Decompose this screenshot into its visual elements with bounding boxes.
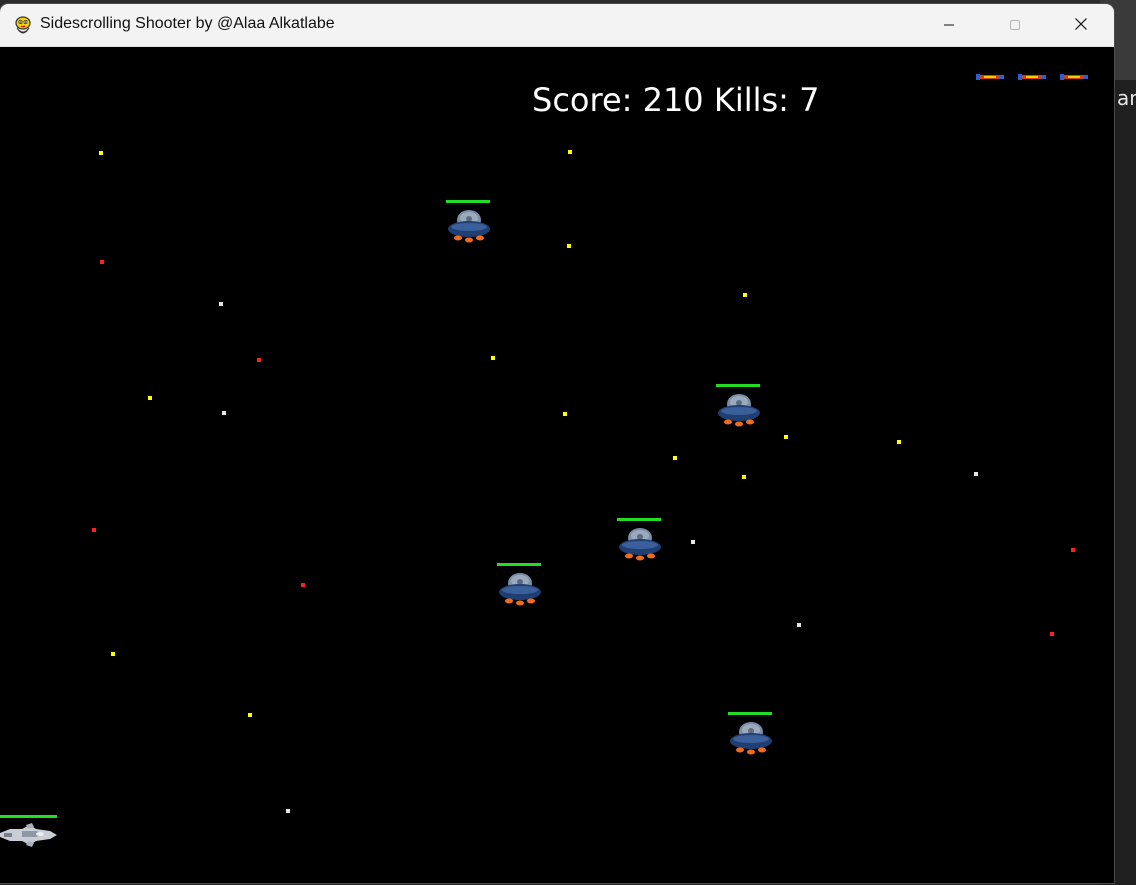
- enemy-health-bar: [728, 712, 772, 715]
- window-title: Sidescrolling Shooter by @Alaa Alkatlabe: [40, 15, 335, 32]
- pygame-snake-icon: [12, 14, 34, 36]
- player-ship: [0, 815, 60, 853]
- star: [1071, 548, 1075, 552]
- star: [301, 583, 305, 587]
- star: [742, 475, 746, 479]
- score-kills-display: Score: 210 Kills: 7: [532, 81, 820, 119]
- star: [743, 293, 747, 297]
- star: [148, 396, 152, 400]
- enemy-ufo: [716, 384, 762, 430]
- enemy-health-bar: [497, 563, 541, 566]
- ufo-icon: [718, 394, 760, 427]
- enemy-ufo: [617, 518, 663, 564]
- star: [248, 713, 252, 717]
- maximize-button[interactable]: [982, 4, 1048, 46]
- star: [219, 302, 223, 306]
- star: [568, 150, 572, 154]
- enemy-ufo: [497, 563, 543, 609]
- enemy-health-bar: [716, 384, 760, 387]
- star: [563, 412, 567, 416]
- player-health-bar: [0, 815, 57, 818]
- life-icon: [1060, 74, 1088, 80]
- title-bar[interactable]: Sidescrolling Shooter by @Alaa Alkatlabe: [0, 4, 1114, 47]
- star: [897, 440, 901, 444]
- maximize-icon: [1009, 16, 1021, 35]
- enemy-ufo: [446, 200, 492, 246]
- close-icon: [1074, 16, 1088, 35]
- star: [491, 356, 495, 360]
- ufo-icon: [619, 528, 661, 561]
- ufo-icon: [499, 573, 541, 606]
- game-canvas[interactable]: Score: 210 Kills: 7: [0, 47, 1114, 883]
- star: [92, 528, 96, 532]
- spaceship-icon: [0, 823, 57, 847]
- star: [222, 411, 226, 415]
- game-window: Sidescrolling Shooter by @Alaa Alkatlabe: [0, 4, 1114, 883]
- star: [100, 260, 104, 264]
- star: [673, 456, 677, 460]
- lives-indicator: [976, 73, 1088, 83]
- star: [691, 540, 695, 544]
- star: [99, 151, 103, 155]
- background-window-text: an: [1117, 86, 1136, 110]
- star: [784, 435, 788, 439]
- star: [257, 358, 261, 362]
- life-icon: [976, 74, 1004, 80]
- minimize-button[interactable]: [916, 4, 982, 46]
- enemy-ufo: [728, 712, 774, 758]
- close-button[interactable]: [1048, 4, 1114, 46]
- minimize-icon: [943, 16, 955, 35]
- ufo-icon: [730, 722, 772, 755]
- life-icon: [1018, 74, 1046, 80]
- star: [797, 623, 801, 627]
- enemy-health-bar: [446, 200, 490, 203]
- enemy-health-bar: [617, 518, 661, 521]
- star: [111, 652, 115, 656]
- ufo-icon: [448, 210, 490, 243]
- star: [567, 244, 571, 248]
- star: [286, 809, 290, 813]
- star: [1050, 632, 1054, 636]
- star: [974, 472, 978, 476]
